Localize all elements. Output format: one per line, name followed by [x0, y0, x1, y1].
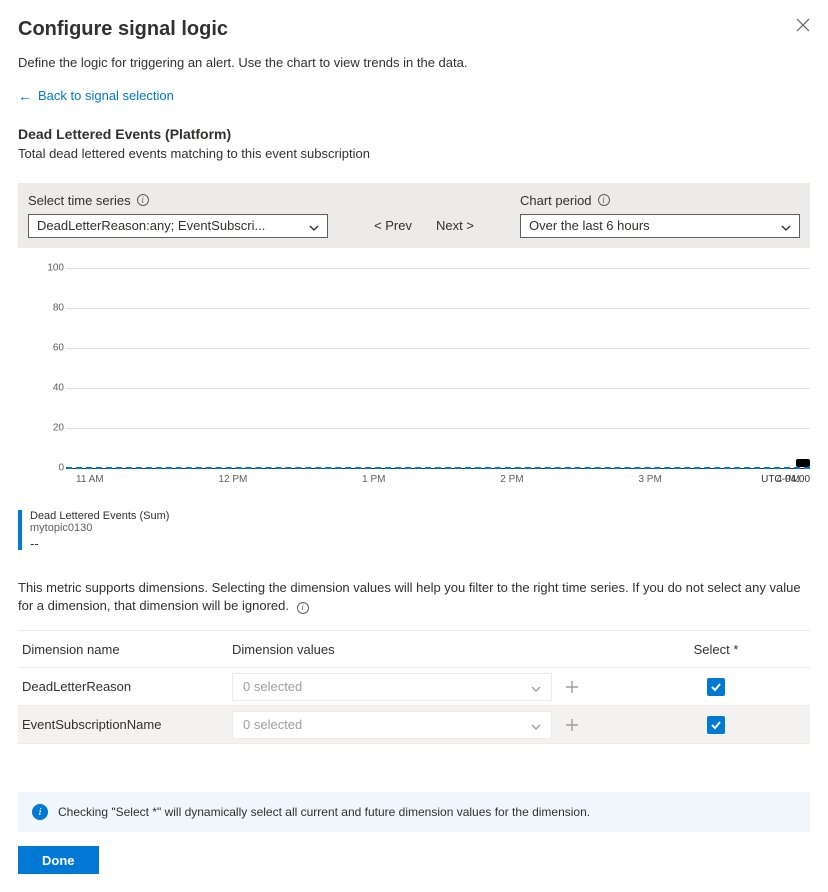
- chart-timezone-label: UTC-04:00: [761, 474, 810, 485]
- close-icon[interactable]: [796, 18, 810, 32]
- chart-gridline: [66, 348, 810, 349]
- chart-x-tick: 3 PM: [638, 474, 661, 485]
- page-subtitle: Define the logic for triggering an alert…: [18, 55, 810, 70]
- chart-gridline: [66, 388, 810, 389]
- chart-gridline: [66, 428, 810, 429]
- time-series-value: DeadLetterReason:any; EventSubscri...: [37, 218, 265, 233]
- chart-x-axis: 11 AM12 PM1 PM2 PM3 PM4 PM: [66, 474, 810, 485]
- chart-y-tick: 80: [42, 302, 64, 313]
- chart-gridline: [66, 268, 810, 269]
- col-dimension-name: Dimension name: [22, 642, 232, 657]
- info-icon[interactable]: i: [297, 602, 309, 614]
- chevron-down-icon: [531, 720, 541, 730]
- chart-y-tick: 0: [42, 462, 64, 473]
- chart-legend: Dead Lettered Events (Sum) mytopic0130 -…: [18, 510, 810, 551]
- back-link-label: Back to signal selection: [38, 88, 174, 103]
- chart-gridline: [66, 308, 810, 309]
- info-icon[interactable]: i: [137, 194, 149, 206]
- page-title: Configure signal logic: [18, 18, 228, 41]
- next-button[interactable]: Next >: [436, 218, 474, 233]
- legend-color-bar: [18, 510, 22, 550]
- chevron-down-icon: [531, 682, 541, 692]
- dimension-name-cell: DeadLetterReason: [22, 679, 232, 694]
- select-all-checkbox[interactable]: [707, 716, 725, 734]
- signal-description: Total dead lettered events matching to t…: [18, 146, 810, 161]
- legend-resource-name: mytopic0130: [30, 522, 169, 534]
- dimensions-table-header: Dimension name Dimension values Select *: [18, 630, 810, 668]
- signal-name: Dead Lettered Events (Platform): [18, 126, 810, 142]
- chart-marker: [796, 459, 810, 467]
- back-to-signal-selection-link[interactable]: ← Back to signal selection: [18, 88, 174, 103]
- chart-y-tick: 20: [42, 422, 64, 433]
- chart-y-tick: 40: [42, 382, 64, 393]
- dimension-row: DeadLetterReason 0 selected: [18, 668, 810, 706]
- chevron-down-icon: [309, 221, 319, 231]
- info-icon[interactable]: i: [598, 194, 610, 206]
- dimension-values-select[interactable]: 0 selected: [232, 711, 552, 739]
- chart-x-tick: 2 PM: [500, 474, 523, 485]
- chart-period-label: Chart period i: [520, 193, 800, 208]
- chart-y-tick: 100: [42, 262, 64, 273]
- done-button[interactable]: Done: [18, 846, 99, 874]
- chart-controls-bar: Select time series i DeadLetterReason:an…: [18, 183, 810, 248]
- chart-series-line: [66, 467, 810, 469]
- dimensions-table: Dimension name Dimension values Select *…: [18, 630, 810, 744]
- chart-period-value: Over the last 6 hours: [529, 218, 650, 233]
- legend-value: --: [30, 536, 169, 551]
- info-callout-text: Checking "Select *" will dynamically sel…: [58, 805, 590, 819]
- dimension-row: EventSubscriptionName 0 selected: [18, 706, 810, 744]
- add-dimension-value-button[interactable]: [558, 711, 586, 739]
- chart-x-tick: 12 PM: [218, 474, 247, 485]
- time-series-label: Select time series i: [28, 193, 328, 208]
- metric-chart: 02040608010011 AM12 PM1 PM2 PM3 PM4 PMUT…: [18, 268, 810, 498]
- col-dimension-values: Dimension values: [232, 642, 552, 657]
- chart-x-tick: 11 AM: [76, 474, 104, 485]
- prev-button[interactable]: < Prev: [374, 218, 412, 233]
- dimension-name-cell: EventSubscriptionName: [22, 717, 232, 732]
- arrow-left-icon: ←: [18, 89, 32, 103]
- add-dimension-value-button[interactable]: [558, 673, 586, 701]
- col-select-all: Select *: [686, 642, 746, 657]
- info-callout: i Checking "Select *" will dynamically s…: [18, 792, 810, 832]
- chevron-down-icon: [781, 221, 791, 231]
- chart-x-tick: 1 PM: [362, 474, 385, 485]
- dimensions-description: This metric supports dimensions. Selecti…: [18, 579, 810, 617]
- chart-period-select[interactable]: Over the last 6 hours: [520, 214, 800, 238]
- chart-y-tick: 60: [42, 342, 64, 353]
- dimension-values-select[interactable]: 0 selected: [232, 673, 552, 701]
- legend-series-name: Dead Lettered Events (Sum): [30, 510, 169, 522]
- select-all-checkbox[interactable]: [707, 678, 725, 696]
- time-series-select[interactable]: DeadLetterReason:any; EventSubscri...: [28, 214, 328, 238]
- info-icon: i: [32, 804, 48, 820]
